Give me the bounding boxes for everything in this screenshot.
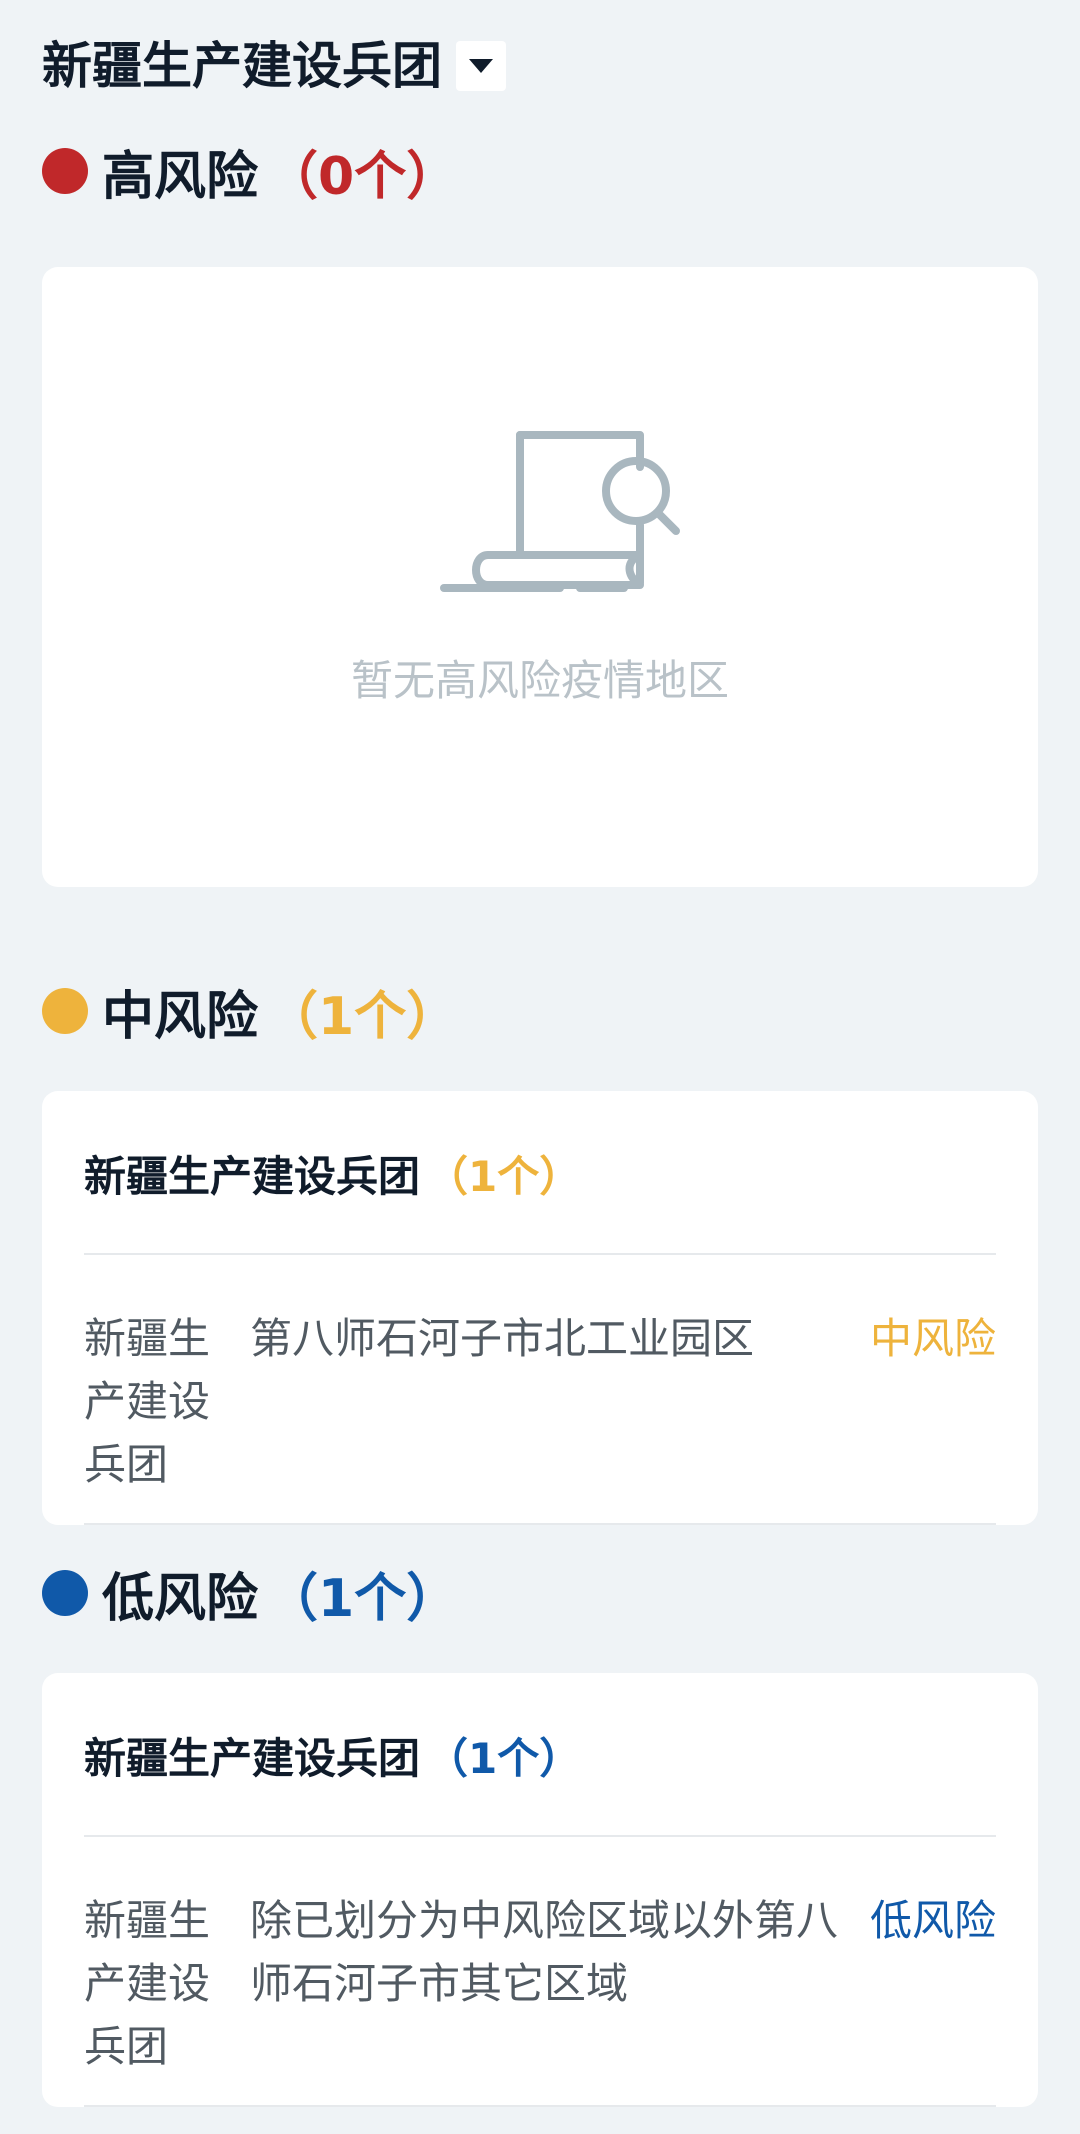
caret-down-icon <box>469 59 493 73</box>
row-area: 除已划分为中风险区域以外第八师石河子市其它区域 <box>250 1896 839 2008</box>
row-risk-level: 低风险 <box>869 1896 996 1945</box>
low-risk-count: （1个） <box>266 1568 459 1629</box>
medium-risk-count: （1个） <box>266 986 459 1047</box>
medium-risk-card: 新疆生产建设兵团 （1个） 新疆生产建设兵团 第八师石河子市北工业园区 中风险 <box>42 1091 1038 1525</box>
row-risk-level: 中风险 <box>869 1314 996 1363</box>
medium-group-name: 新疆生产建设兵团 <box>84 1151 421 1201</box>
low-risk-header: 低风险 （1个） <box>42 1557 458 1629</box>
high-risk-header: 高风险 （0个） <box>42 135 458 207</box>
divider <box>84 1523 996 1525</box>
row-region: 新疆生产建设兵团 <box>84 1314 211 1489</box>
low-group-count: （1个） <box>426 1733 582 1783</box>
medium-group-header[interactable]: 新疆生产建设兵团 （1个） <box>84 1143 581 1203</box>
table-row: 新疆生产建设兵团 除已划分为中风险区域以外第八师石河子市其它区域 低风险 <box>84 1889 996 2078</box>
divider <box>84 2105 996 2107</box>
medium-group-count: （1个） <box>426 1151 582 1201</box>
row-region: 新疆生产建设兵团 <box>84 1896 211 2071</box>
row-area: 第八师石河子市北工业园区 <box>250 1314 755 1363</box>
document-search-icon <box>440 431 680 592</box>
low-risk-dot <box>42 1570 88 1616</box>
high-risk-empty-card: 暂无高风险疫情地区 <box>42 267 1038 887</box>
medium-risk-header: 中风险 （1个） <box>42 975 458 1047</box>
region-dropdown-button[interactable] <box>456 41 506 91</box>
divider <box>84 1835 996 1837</box>
low-risk-title: 低风险 <box>102 1568 259 1629</box>
table-row: 新疆生产建设兵团 第八师石河子市北工业园区 中风险 <box>84 1307 996 1496</box>
region-selector[interactable]: 新疆生产建设兵团 <box>42 34 506 98</box>
high-risk-dot <box>42 148 88 194</box>
medium-risk-title: 中风险 <box>102 986 259 1047</box>
empty-state-text: 暂无高风险疫情地区 <box>350 656 729 705</box>
low-group-header[interactable]: 新疆生产建设兵团 （1个） <box>84 1725 581 1785</box>
low-risk-card: 新疆生产建设兵团 （1个） 新疆生产建设兵团 除已划分为中风险区域以外第八师石河… <box>42 1673 1038 2107</box>
high-risk-title: 高风险 <box>102 146 259 207</box>
low-group-name: 新疆生产建设兵团 <box>84 1733 421 1783</box>
medium-risk-dot <box>42 988 88 1034</box>
divider <box>84 1253 996 1255</box>
high-risk-count: （0个） <box>266 146 459 207</box>
region-name: 新疆生产建设兵团 <box>42 37 442 95</box>
